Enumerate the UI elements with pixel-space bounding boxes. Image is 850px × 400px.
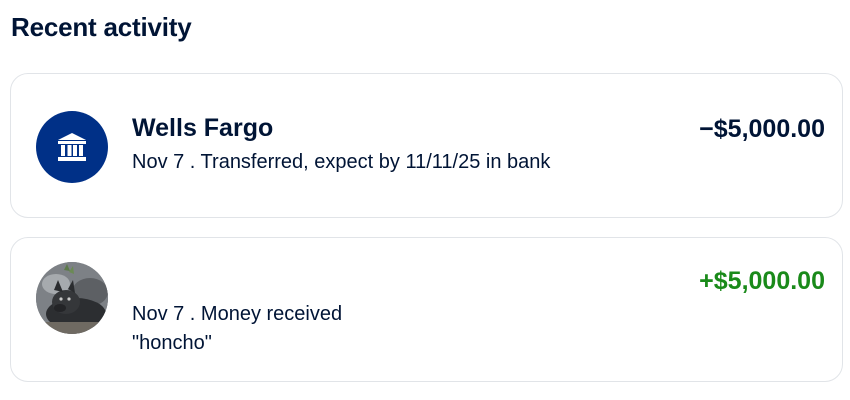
- bank-icon: [58, 133, 86, 161]
- bank-avatar: [36, 111, 108, 183]
- transaction-amount: −$5,000.00: [699, 115, 825, 143]
- transaction-amount: +$5,000.00: [699, 267, 825, 295]
- user-photo: [36, 262, 108, 334]
- merchant-name: Wells Fargo: [132, 114, 274, 142]
- transaction-detail: Nov 7 . Money received: [132, 303, 343, 325]
- activity-item-wells-fargo[interactable]: Wells Fargo Nov 7 . Transferred, expect …: [10, 73, 843, 218]
- user-photo-avatar: [36, 262, 108, 334]
- transaction-detail: Nov 7 . Transferred, expect by 11/11/25 …: [132, 151, 551, 173]
- section-title: Recent activity: [11, 12, 192, 42]
- activity-item-money-received[interactable]: Nov 7 . Money received "honcho" +$5,000.…: [10, 237, 843, 382]
- transaction-note: "honcho": [132, 332, 212, 354]
